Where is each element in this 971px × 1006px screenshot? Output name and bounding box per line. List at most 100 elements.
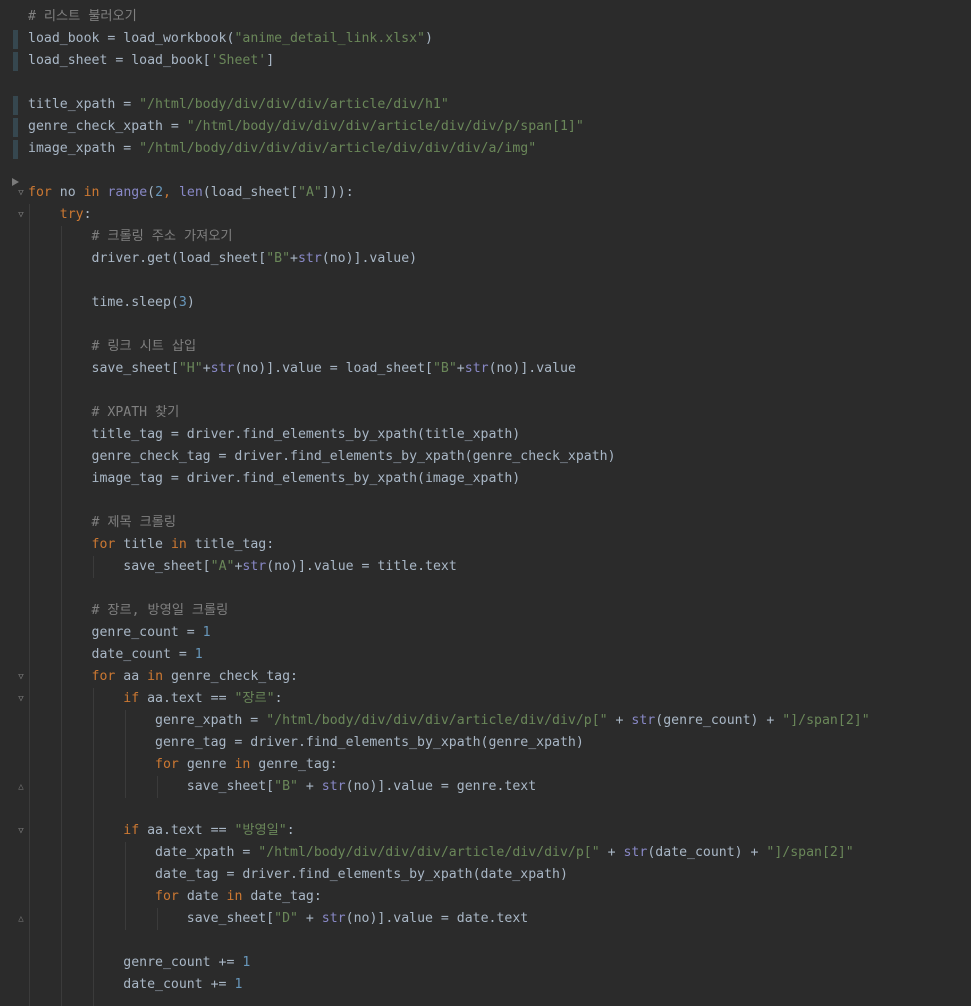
code-line[interactable]: genre_check_xpath = "/html/body/div/div/… — [28, 116, 971, 138]
code-token: : — [83, 207, 92, 222]
code-token: for — [91, 537, 116, 552]
code-token: ] — [266, 53, 275, 68]
code-token: str — [297, 251, 322, 266]
code-token: in — [234, 757, 251, 772]
code-line[interactable] — [28, 270, 971, 292]
code-line[interactable]: # 장르, 방영일 크롤링 — [28, 600, 971, 622]
code-token: for — [28, 185, 52, 200]
code-line[interactable] — [28, 380, 971, 402]
code-token: + — [202, 361, 211, 376]
fold-collapse-icon[interactable]: ▽ — [17, 189, 25, 198]
code-token: (no)].value) — [321, 251, 418, 266]
code-line[interactable] — [28, 578, 971, 600]
code-line[interactable]: genre_check_tag = driver.find_elements_b… — [28, 446, 971, 468]
code-line[interactable] — [28, 314, 971, 336]
code-token: image_tag = driver.find_elements_by_xpat… — [28, 471, 521, 486]
code-line[interactable]: date_xpath = "/html/body/div/div/div/art… — [28, 842, 971, 864]
code-token: title_tag = driver.find_elements_by_xpat… — [28, 427, 521, 442]
code-line[interactable]: if aa.text == "장르": — [28, 688, 971, 710]
code-token: (no)].value = genre.text — [345, 779, 537, 794]
code-line[interactable]: load_book = load_workbook("anime_detail_… — [28, 28, 971, 50]
fold-collapse-icon[interactable]: ▽ — [17, 673, 25, 682]
code-line[interactable]: try: — [28, 204, 971, 226]
code-line[interactable] — [28, 930, 971, 952]
code-line[interactable]: date_tag = driver.find_elements_by_xpath… — [28, 864, 971, 886]
code-line[interactable]: for aa in genre_check_tag: — [28, 666, 971, 688]
fold-collapse-icon[interactable]: △ — [17, 783, 25, 792]
code-line[interactable] — [28, 490, 971, 512]
code-line[interactable]: genre_count = 1 — [28, 622, 971, 644]
code-token: "]/span[2]" — [766, 845, 854, 860]
code-line[interactable]: save_sheet["D" + str(no)].value = date.t… — [28, 908, 971, 930]
code-token: str — [623, 845, 648, 860]
code-token: "/html/body/div/div/div/article/div/div/… — [186, 119, 584, 134]
code-line[interactable]: # XPATH 찾기 — [28, 402, 971, 424]
code-line[interactable]: # 제목 크롤링 — [28, 512, 971, 534]
code-token: (no)].value = load_sheet[ — [234, 361, 433, 376]
code-line[interactable]: save_sheet["A"+str(no)].value = title.te… — [28, 556, 971, 578]
code-token: "A" — [210, 559, 235, 574]
code-token: date_xpath = — [28, 845, 259, 860]
code-line[interactable]: for no in range(2, len(load_sheet["A"]))… — [28, 182, 971, 204]
code-token: "장르" — [234, 691, 275, 706]
code-line[interactable]: if aa.text == "방영일": — [28, 820, 971, 842]
code-line[interactable]: image_xpath = "/html/body/div/div/div/ar… — [28, 138, 971, 160]
code-line[interactable]: image_tag = driver.find_elements_by_xpat… — [28, 468, 971, 490]
code-token: len — [178, 185, 203, 200]
code-line[interactable] — [28, 798, 971, 820]
change-marker — [13, 96, 18, 115]
code-line[interactable]: date_count += 1 — [28, 974, 971, 996]
code-token: # 링크 시트 삽입 — [91, 339, 197, 354]
code-line[interactable]: for title in title_tag: — [28, 534, 971, 556]
code-token: "B" — [432, 361, 457, 376]
code-line[interactable] — [28, 72, 971, 94]
code-token: + — [607, 713, 632, 728]
code-line[interactable]: genre_count += 1 — [28, 952, 971, 974]
code-line[interactable]: time.sleep(3) — [28, 292, 971, 314]
code-line[interactable]: genre_xpath = "/html/body/div/div/div/ar… — [28, 710, 971, 732]
code-line[interactable]: title_xpath = "/html/body/div/div/div/ar… — [28, 94, 971, 116]
code-line[interactable]: save_sheet["H"+str(no)].value = load_she… — [28, 358, 971, 380]
indent-guide — [125, 710, 126, 798]
code-line[interactable]: genre_tag = driver.find_elements_by_xpat… — [28, 732, 971, 754]
code-line[interactable]: for genre in genre_tag: — [28, 754, 971, 776]
code-line[interactable]: # 리스트 불러오기 — [28, 6, 971, 28]
code-line[interactable]: # 크롤링 주소 가져오기 — [28, 226, 971, 248]
run-gutter-icon[interactable] — [12, 178, 19, 186]
fold-collapse-icon[interactable]: ▽ — [17, 695, 25, 704]
code-line[interactable]: title_tag = driver.find_elements_by_xpat… — [28, 424, 971, 446]
indent-guide — [125, 842, 126, 930]
code-line[interactable]: load_sheet = load_book['Sheet'] — [28, 50, 971, 72]
fold-collapse-icon[interactable]: ▽ — [17, 211, 25, 220]
code-token: genre_tag: — [250, 757, 338, 772]
code-line[interactable]: # 링크 시트 삽입 — [28, 336, 971, 358]
code-token: 1 — [242, 955, 251, 970]
code-line[interactable]: date_count = 1 — [28, 644, 971, 666]
code-token: "D" — [274, 911, 298, 926]
code-token: "anime_detail_link.xlsx" — [234, 31, 425, 46]
code-line[interactable] — [28, 160, 971, 182]
code-token: for — [155, 757, 179, 772]
code-token: "방영일" — [234, 823, 287, 838]
fold-collapse-icon[interactable]: △ — [17, 915, 25, 924]
code-token: save_sheet[ — [28, 559, 211, 574]
code-line[interactable]: for date in date_tag: — [28, 886, 971, 908]
code-editor[interactable]: # 리스트 불러오기 load_book = load_workbook("ani… — [28, 6, 971, 996]
fold-collapse-icon[interactable]: ▽ — [17, 827, 25, 836]
code-token: "/html/body/div/div/div/article/div/div/… — [139, 141, 537, 156]
code-token: # 제목 크롤링 — [91, 515, 177, 530]
code-line[interactable]: save_sheet["B" + str(no)].value = genre.… — [28, 776, 971, 798]
code-token: aa.text == — [139, 691, 235, 706]
code-line[interactable]: driver.get(load_sheet["B"+str(no)].value… — [28, 248, 971, 270]
code-token: 'Sheet' — [210, 53, 267, 68]
code-token: # 리스트 불러오기 — [28, 9, 137, 24]
code-token: # XPATH 찾기 — [91, 405, 180, 420]
code-token: : — [286, 823, 295, 838]
code-token: , — [163, 185, 179, 200]
indent-guide — [29, 204, 30, 1006]
code-token: : — [274, 691, 283, 706]
code-token: str — [321, 911, 346, 926]
